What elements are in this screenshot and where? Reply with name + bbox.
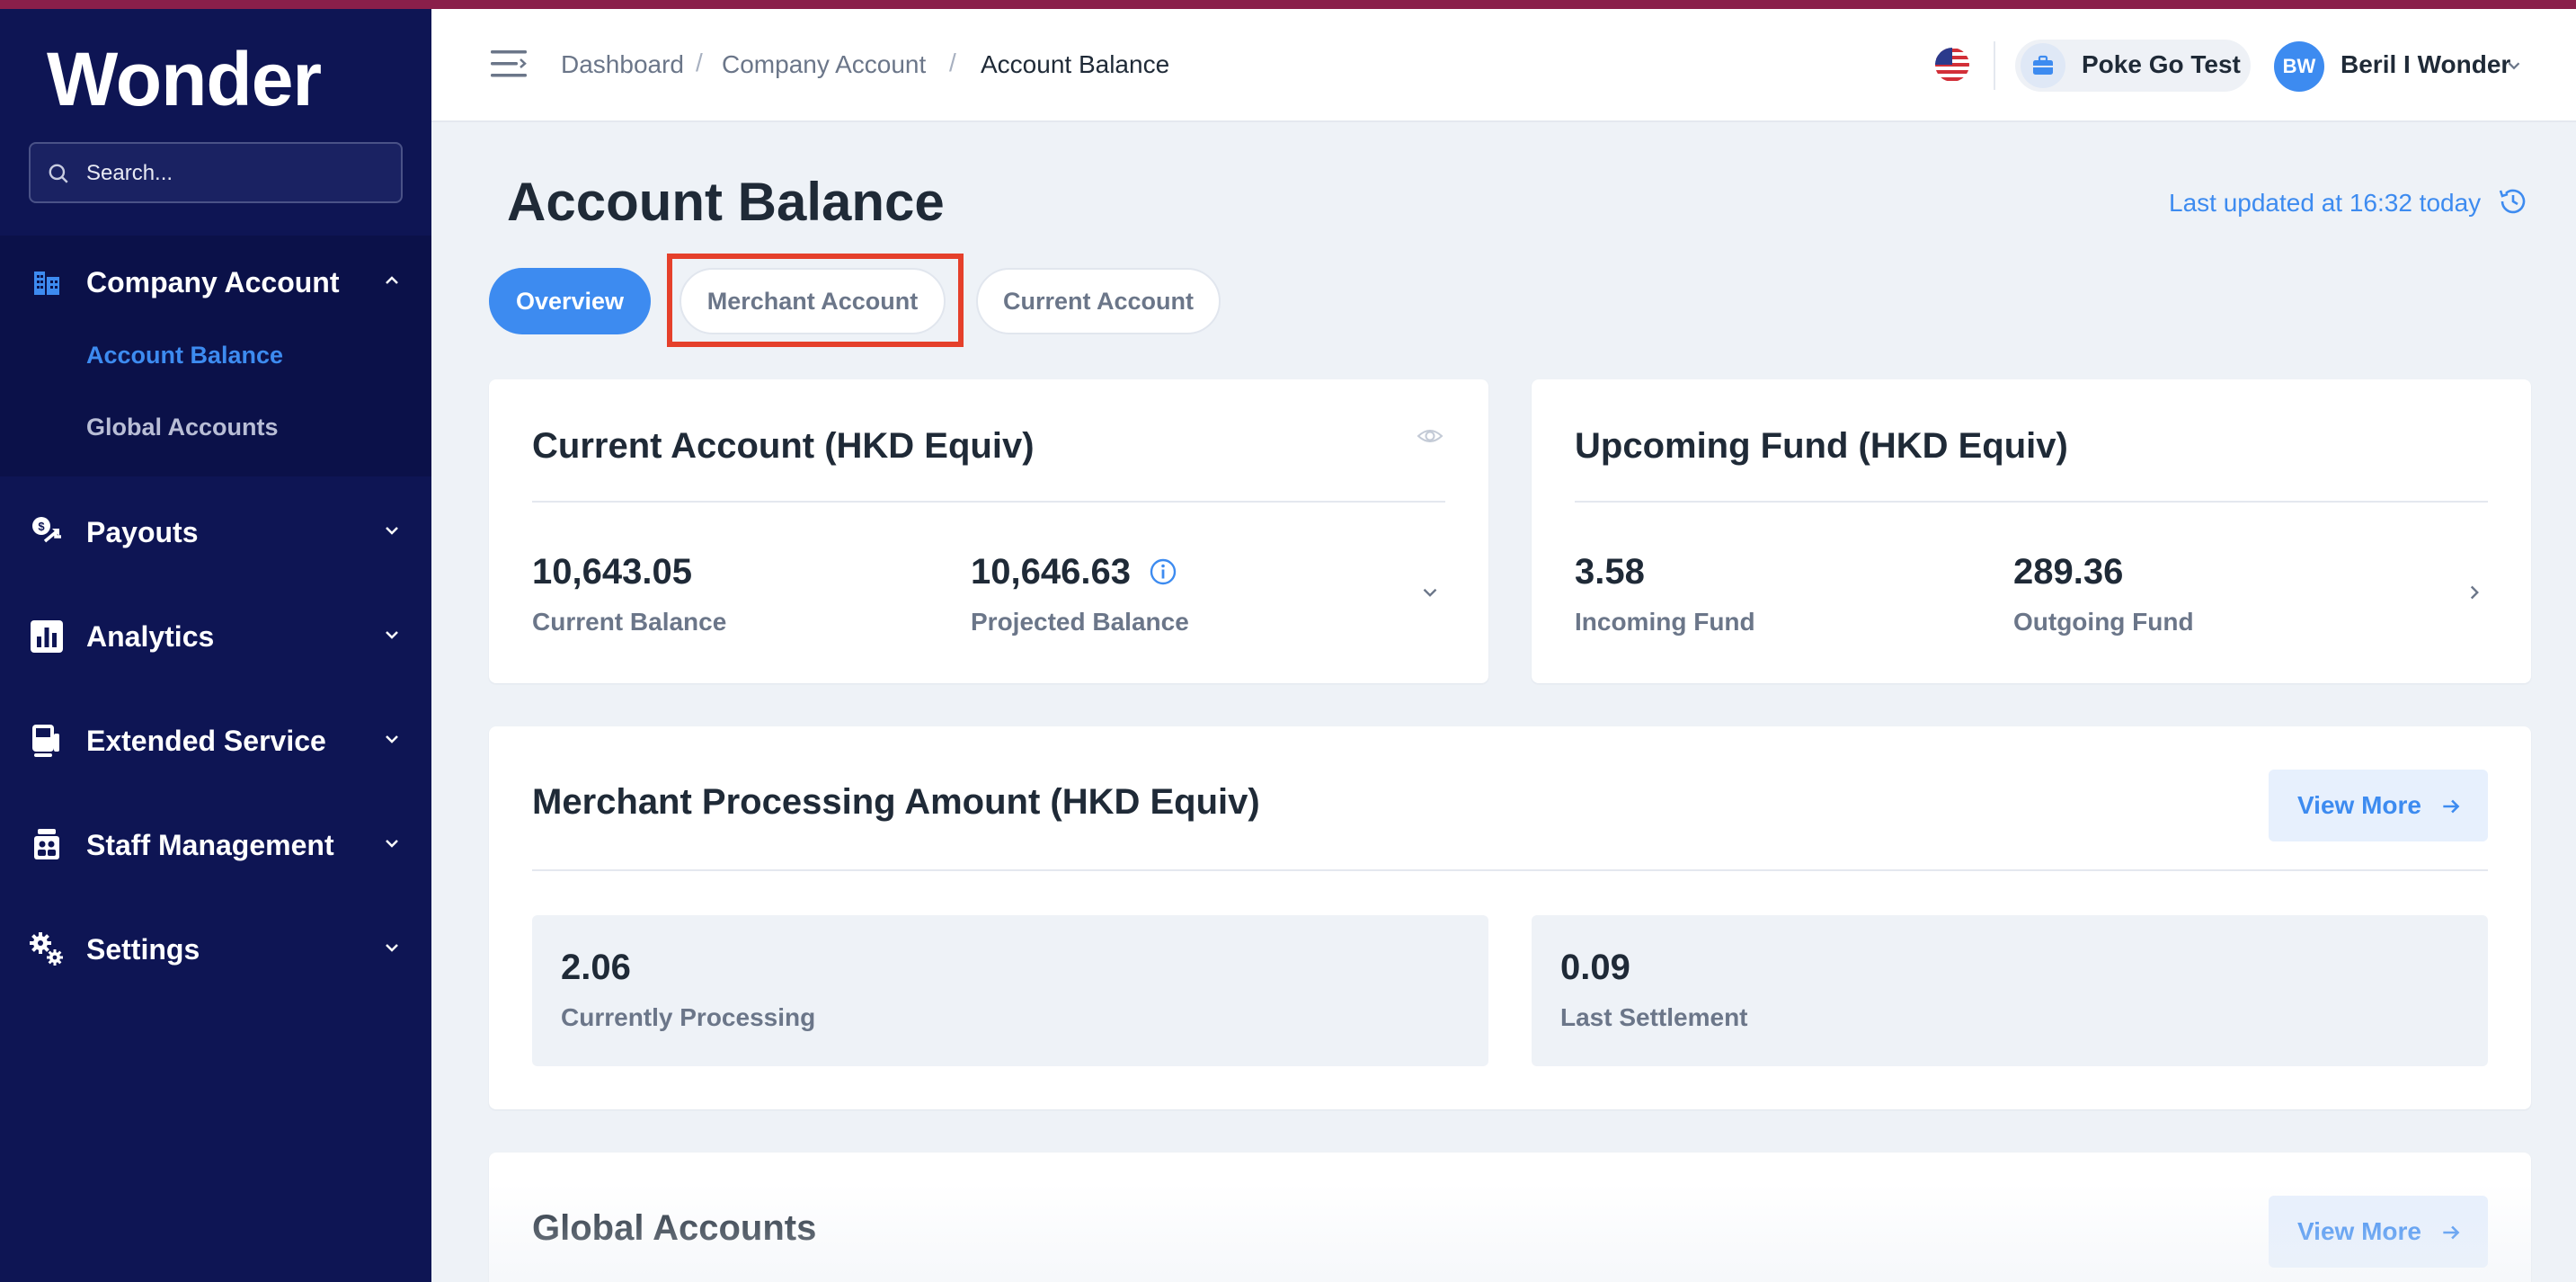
sidebar-item-payouts[interactable]: $ Payouts	[0, 494, 431, 566]
card-title: Upcoming Fund (HKD Equiv)	[1575, 426, 2068, 466]
arrow-right-icon	[2443, 799, 2460, 814]
tab-current-account[interactable]: Current Account	[976, 268, 1221, 334]
sidebar-item-analytics[interactable]: Analytics	[0, 599, 431, 671]
divider	[532, 869, 2488, 871]
briefcase-icon	[2033, 55, 2053, 75]
divider	[1575, 501, 2488, 503]
chevron-down-icon	[386, 840, 398, 848]
incoming-fund-value: 3.58	[1575, 552, 1645, 592]
us-flag-icon[interactable]	[1934, 47, 1970, 83]
view-more-label: View More	[2297, 791, 2421, 819]
chevron-down-icon[interactable]	[2504, 56, 2524, 76]
current-account-card	[489, 379, 1488, 683]
sidebar-subitem-account-balance[interactable]: Account Balance	[86, 342, 283, 369]
card-title: Merchant Processing Amount (HKD Equiv)	[532, 782, 1260, 822]
divider	[532, 501, 1445, 503]
app-logo[interactable]: Wonder	[47, 36, 322, 123]
search-input[interactable]	[86, 156, 383, 191]
chevron-up-icon	[386, 276, 398, 284]
bar-chart-icon	[31, 620, 63, 653]
chevron-down-icon	[386, 631, 398, 639]
projected-balance-label: Projected Balance	[971, 608, 1189, 636]
sidebar-item-staff-management[interactable]: Staff Management	[0, 807, 431, 879]
top-accent-strip	[0, 0, 2576, 9]
payout-icon: $	[32, 517, 61, 543]
sidebar-item-label: Payouts	[86, 516, 199, 548]
sidebar-subitem-global-accounts[interactable]: Global Accounts	[86, 414, 279, 441]
current-balance-label: Current Balance	[532, 608, 727, 636]
arrow-right-icon	[2443, 1225, 2460, 1240]
chevron-down-icon[interactable]	[1418, 581, 1442, 604]
breadcrumb-separator: /	[949, 49, 956, 76]
staff-icon	[34, 829, 59, 859]
breadcrumb-separator: /	[696, 49, 703, 76]
terminal-icon	[32, 725, 59, 757]
sidebar-item-label: Analytics	[86, 620, 215, 653]
business-name[interactable]: Poke Go Test	[2082, 50, 2241, 79]
info-icon[interactable]	[1149, 557, 1177, 586]
currently-processing-box	[532, 915, 1488, 1066]
building-icon	[34, 272, 59, 295]
header-divider	[1994, 41, 1995, 90]
card-title: Global Accounts	[532, 1208, 817, 1248]
tab-overview[interactable]: Overview	[489, 268, 651, 334]
eye-icon[interactable]	[1417, 426, 1443, 446]
chevron-down-icon	[386, 944, 398, 952]
outgoing-fund-label: Outgoing Fund	[2013, 608, 2194, 636]
chevron-right-icon[interactable]	[2463, 581, 2486, 604]
business-badge	[2021, 43, 2065, 88]
chevron-down-icon	[386, 527, 398, 535]
currently-processing-label: Currently Processing	[561, 1003, 816, 1031]
svg-text:$: $	[38, 520, 45, 533]
user-name[interactable]: Beril I Wonder	[2341, 50, 2510, 79]
currently-processing-value: 2.06	[561, 948, 631, 987]
last-settlement-value: 0.09	[1560, 948, 1630, 987]
sidebar-item-settings[interactable]: Settings	[0, 912, 431, 984]
search-box[interactable]	[29, 142, 403, 203]
view-more-button[interactable]: View More	[2269, 1196, 2488, 1268]
last-settlement-box	[1532, 915, 2488, 1066]
breadcrumb-company-account[interactable]: Company Account	[722, 50, 926, 79]
sidebar-item-label: Company Account	[86, 266, 340, 298]
upcoming-fund-card	[1532, 379, 2531, 683]
sidebar-item-label: Extended Service	[86, 725, 326, 757]
last-settlement-label: Last Settlement	[1560, 1003, 1748, 1031]
sidebar-item-extended-service[interactable]: Extended Service	[0, 703, 431, 775]
card-title: Current Account (HKD Equiv)	[532, 426, 1035, 466]
breadcrumb-dashboard[interactable]: Dashboard	[561, 50, 684, 79]
incoming-fund-label: Incoming Fund	[1575, 608, 1755, 636]
hamburger-menu-icon[interactable]	[491, 49, 527, 79]
view-more-button[interactable]: View More	[2269, 770, 2488, 841]
page-title: Account Balance	[507, 172, 945, 232]
view-more-label: View More	[2297, 1217, 2421, 1245]
history-icon[interactable]	[2497, 185, 2529, 218]
chevron-down-icon	[386, 735, 398, 743]
sidebar-item-label: Settings	[86, 933, 200, 966]
search-icon	[49, 164, 68, 183]
current-balance-value: 10,643.05	[532, 552, 692, 592]
sidebar-item-company-account[interactable]: Company Account	[0, 245, 431, 316]
gears-icon	[30, 932, 63, 966]
sidebar-item-label: Staff Management	[86, 829, 334, 861]
breadcrumb-current: Account Balance	[981, 50, 1170, 78]
last-updated-text: Last updated at 16:32 today	[2169, 189, 2482, 217]
avatar[interactable]: BW	[2274, 41, 2324, 92]
outgoing-fund-value: 289.36	[2013, 552, 2124, 592]
projected-balance-value: 10,646.63	[971, 552, 1131, 592]
highlight-box	[667, 254, 964, 347]
